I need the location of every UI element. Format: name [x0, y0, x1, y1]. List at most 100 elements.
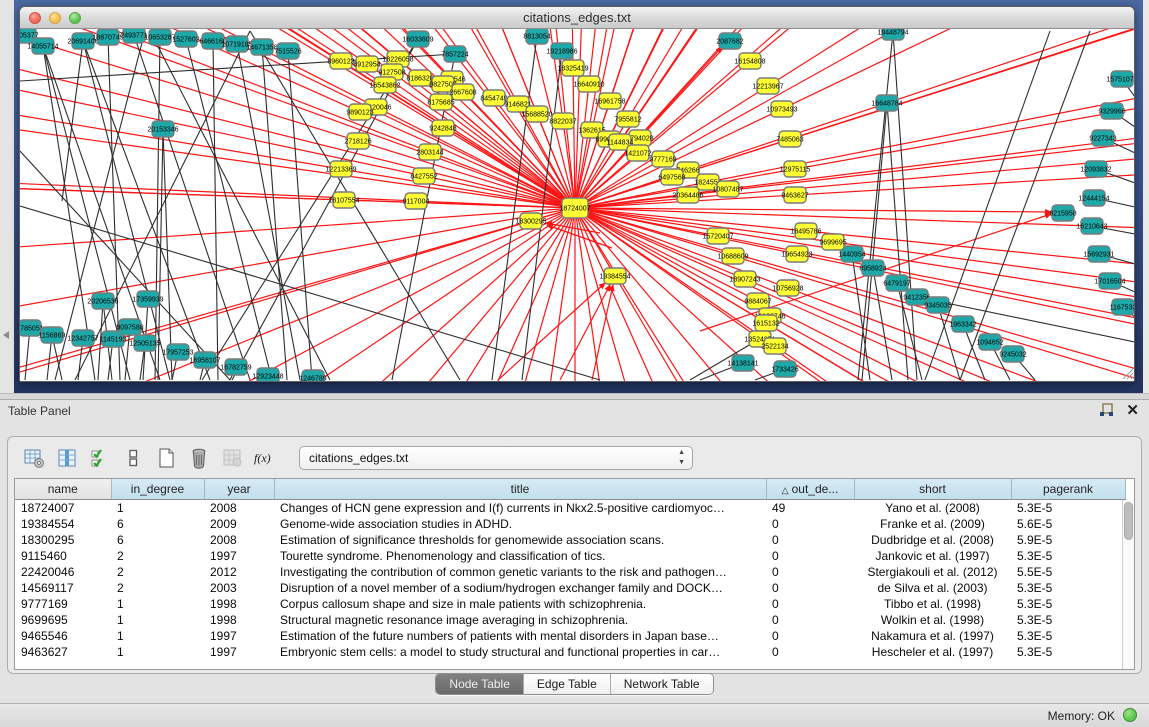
graph-node[interactable]: 16648784 [871, 95, 902, 111]
graph-node[interactable]: 17016504 [1094, 273, 1125, 289]
panel-collapse-arrow[interactable] [3, 331, 9, 339]
table-row[interactable]: 946362711997Embryonic stem cells: a mode… [15, 644, 1125, 660]
graph-node[interactable]: 15692931 [1083, 246, 1114, 262]
graph-node[interactable]: 9777169 [649, 151, 676, 167]
graph-node[interactable]: 10973493 [766, 101, 797, 117]
network-window-titlebar[interactable]: citations_edges.txt [20, 7, 1134, 29]
column-header-name[interactable]: name [15, 479, 111, 499]
graph-node[interactable]: 9329966 [1098, 103, 1125, 119]
graph-node[interactable]: 19384554 [599, 268, 630, 284]
graph-node[interactable]: 15720407 [702, 228, 733, 244]
graph-node[interactable]: 17359939 [132, 291, 163, 307]
tab-network-table[interactable]: Network Table [611, 674, 713, 694]
graph-node[interactable]: 1246789 [299, 370, 326, 381]
table-vertical-scrollbar[interactable] [1122, 500, 1134, 669]
delete-column-icon[interactable] [186, 445, 212, 471]
graph-edge[interactable] [162, 208, 575, 381]
graph-node[interactable]: 2522134 [761, 338, 788, 354]
graph-node[interactable]: 1156869 [39, 327, 66, 343]
graph-edge[interactable] [213, 41, 218, 380]
graph-node[interactable]: 6479197 [883, 275, 910, 291]
column-header-pagerank[interactable]: pagerank [1011, 479, 1125, 499]
graph-node[interactable]: 16961758 [594, 93, 625, 109]
graph-node[interactable]: 7955812 [614, 111, 641, 127]
graph-edge[interactable] [163, 129, 172, 380]
graph-node[interactable]: 19654923 [781, 246, 812, 262]
network-canvas[interactable]: 1605377140557142069140618870749249377110… [20, 29, 1134, 381]
graph-node[interactable]: 2718126 [344, 133, 371, 149]
graph-node[interactable]: 1094652 [976, 334, 1003, 350]
graph-node[interactable]: 12975115 [780, 161, 811, 177]
graph-node[interactable]: 18907243 [729, 271, 760, 287]
graph-node[interactable]: 18495786 [790, 223, 821, 239]
table-row[interactable]: 1830029562008Estimation of significance … [15, 532, 1125, 548]
graph-edge[interactable] [575, 37, 1134, 208]
table-row[interactable]: 2242004622012Investigating the contribut… [15, 564, 1125, 580]
graph-node[interactable]: 1167533 [1110, 299, 1134, 315]
graph-node[interactable]: 12213967 [752, 78, 783, 94]
graph-node[interactable]: 14055714 [27, 38, 58, 54]
graph-node[interactable]: 8427552 [410, 168, 437, 184]
function-builder-icon[interactable]: f(x) [252, 445, 278, 471]
graph-node[interactable]: 20364486 [672, 187, 703, 203]
graph-node[interactable]: 9463627 [781, 187, 808, 203]
column-header-in_degree[interactable]: in_degree [111, 479, 204, 499]
graph-node[interactable]: 6497568 [658, 169, 685, 185]
graph-node[interactable]: 18107554 [328, 192, 359, 208]
graph-node[interactable]: 10807487 [712, 181, 743, 197]
graph-node[interactable]: 9117004 [403, 193, 430, 209]
graph-node[interactable]: 18325419 [557, 60, 588, 76]
graph-node[interactable]: 9227343 [1089, 130, 1116, 146]
table-row[interactable]: 946554611997Estimation of the future num… [15, 628, 1125, 644]
graph-node[interactable]: 1733426 [771, 361, 798, 377]
graph-node[interactable]: 16543862 [369, 77, 400, 93]
graph-edge[interactable] [862, 103, 887, 380]
table-select-dropdown[interactable]: citations_edges.txt▲▼ [299, 446, 693, 470]
show-columns-icon[interactable] [54, 445, 80, 471]
graph-node[interactable]: 20153346 [147, 121, 178, 137]
graph-node[interactable]: 8960123 [327, 53, 354, 69]
graph-edge[interactable] [925, 31, 1050, 380]
graph-node[interactable]: 18870749 [92, 29, 123, 45]
graph-node[interactable]: 2803144 [416, 144, 443, 160]
graph-node[interactable]: 7515526 [274, 43, 301, 59]
graph-node[interactable]: 12093832 [1080, 161, 1111, 177]
graph-node[interactable]: 9699695 [819, 234, 846, 250]
graph-node[interactable]: 19448794 [877, 29, 908, 40]
graph-node[interactable]: 16154808 [734, 53, 765, 69]
scrollbar-thumb[interactable] [1124, 502, 1133, 540]
graph-node[interactable]: 16210643 [1076, 218, 1107, 234]
graph-edge[interactable] [575, 77, 1134, 208]
graph-node[interactable]: 8822037 [549, 113, 576, 129]
column-header-title[interactable]: title [274, 479, 766, 499]
graph-node[interactable]: 12342757 [67, 330, 98, 346]
graph-edge[interactable] [492, 36, 537, 380]
graph-edge[interactable] [150, 31, 330, 380]
graph-node[interactable]: 2667608 [449, 84, 476, 100]
graph-edge[interactable] [893, 32, 917, 380]
graph-edge[interactable] [288, 51, 312, 380]
select-all-icon[interactable] [87, 445, 113, 471]
graph-node[interactable]: 15751074 [1106, 71, 1134, 87]
graph-edge[interactable] [134, 35, 250, 380]
graph-edge[interactable] [237, 44, 300, 380]
graph-node[interactable]: 8175685 [427, 94, 454, 110]
memory-status-indicator[interactable] [1123, 708, 1137, 722]
table-row[interactable]: 977716911998Corpus callosum shape and si… [15, 596, 1125, 612]
graph-node[interactable]: 1615132 [752, 315, 779, 331]
graph-node[interactable]: 18300295 [515, 213, 546, 229]
table-row[interactable]: 1456911722003Disruption of a novel membe… [15, 580, 1125, 596]
graph-node[interactable]: 1527602 [172, 31, 199, 47]
graph-node[interactable]: 14671358 [246, 39, 277, 55]
graph-node[interactable]: 9245032 [999, 346, 1026, 362]
table-row[interactable]: 1938455462009Genome-wide association stu… [15, 516, 1125, 532]
close-panel-icon[interactable]: ✕ [1126, 403, 1139, 418]
graph-node[interactable]: 16782759 [220, 359, 251, 375]
float-panel-icon[interactable] [1099, 403, 1114, 418]
horizontal-splitter[interactable] [0, 393, 1149, 400]
graph-node[interactable]: 2087682 [716, 33, 743, 49]
table-row[interactable]: 911546021997Tourette syndrome. Phenomeno… [15, 548, 1125, 564]
graph-node[interactable]: 1963342 [949, 316, 976, 332]
new-column-icon[interactable] [153, 445, 179, 471]
graph-node[interactable]: 19218986 [546, 43, 577, 59]
